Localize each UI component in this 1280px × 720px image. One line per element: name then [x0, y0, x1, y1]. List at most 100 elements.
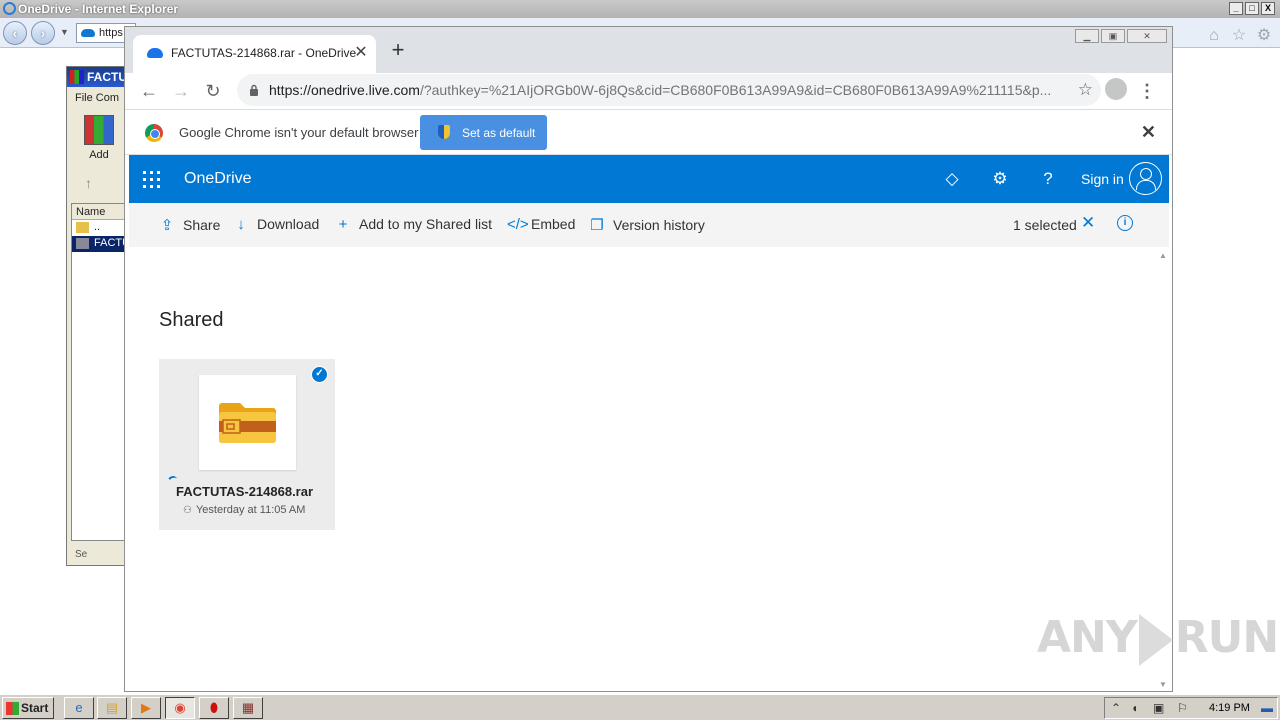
plus-icon: + [338, 216, 348, 233]
taskbar-media-player-icon[interactable]: ▶ [131, 697, 161, 719]
add-to-shared-list-button[interactable]: + Add to my Shared list [335, 216, 492, 233]
onedrive-favicon-icon [147, 48, 163, 58]
scroll-down-icon[interactable]: ▼ [1159, 680, 1167, 689]
embed-label: Embed [531, 216, 576, 232]
new-tab-button[interactable]: + [387, 39, 409, 61]
url-text: https://onedrive.live.com/?authkey=%21AI… [269, 82, 1059, 98]
action-center-flag-icon[interactable]: ⚐ [1177, 701, 1188, 715]
share-icon: ⇪ [160, 217, 174, 234]
list-item[interactable]: .. [72, 220, 128, 236]
set-as-default-label: Set as default [462, 126, 536, 140]
address-bar[interactable]: https://onedrive.live.com/?authkey=%21AI… [237, 74, 1101, 106]
shared-people-icon: ⚇ [183, 505, 192, 516]
start-button[interactable]: Start [2, 697, 54, 719]
folder-icon [76, 222, 89, 233]
network-icon[interactable]: ▣ [1153, 701, 1164, 715]
ie-logo-icon [3, 2, 16, 15]
winrar-title-bar: FACTU [67, 67, 129, 87]
ie-tools-icon[interactable]: ⚙ [1255, 27, 1273, 45]
download-button[interactable]: ↓ Download [233, 216, 319, 233]
forward-arrow-icon[interactable]: → [167, 77, 195, 105]
ie-back-icon[interactable]: ‹ [3, 21, 27, 45]
list-item[interactable]: FACTU [72, 236, 128, 252]
scroll-up-icon[interactable]: ▲ [1159, 251, 1167, 260]
embed-code-icon: </> [507, 216, 529, 233]
page-title: Shared [159, 309, 224, 331]
infobar-message: Google Chrome isn't your default browser [179, 125, 419, 140]
sign-in-link[interactable]: Sign in [1081, 171, 1124, 187]
infobar-close-icon[interactable]: ✕ [1141, 122, 1156, 143]
ie-favorites-icon[interactable]: ☆ [1230, 27, 1248, 45]
chrome-minimize-button[interactable]: ▁ [1075, 29, 1099, 43]
winrar-logo-icon [70, 70, 84, 84]
tray-expand-icon[interactable]: ⌃ [1111, 701, 1121, 715]
back-arrow-icon[interactable]: ← [135, 77, 163, 105]
chrome-restore-button[interactable]: ▣ [1101, 29, 1125, 43]
taskbar-winrar-icon[interactable]: ▦ [233, 697, 263, 719]
version-history-label: Version history [613, 217, 705, 233]
reload-icon[interactable]: ↻ [199, 77, 227, 105]
chrome-menu-icon[interactable]: ⋮ [1137, 77, 1157, 105]
volume-icon[interactable]: ◖ [1131, 701, 1138, 715]
taskbar-explorer-icon[interactable]: ▤ [97, 697, 127, 719]
clear-selection-icon[interactable]: ✕ [1081, 213, 1095, 233]
help-icon[interactable]: ? [1036, 167, 1060, 191]
info-icon[interactable]: i [1117, 215, 1133, 231]
winrar-file-list: Name .. FACTU [71, 203, 129, 541]
profile-avatar-icon[interactable] [1105, 78, 1127, 100]
windows-flag-icon [6, 702, 19, 715]
chrome-tab-strip: FACTUTAS-214868.rar - OneDrive ✕ + ▁ ▣ ✕ [125, 27, 1172, 73]
ie-home-icon[interactable]: ⌂ [1205, 27, 1223, 45]
settings-gear-icon[interactable]: ⚙ [988, 167, 1012, 191]
selected-check-icon[interactable]: ✓ [311, 366, 328, 383]
watermark-right: RUN [1174, 612, 1279, 663]
account-avatar-icon[interactable] [1129, 162, 1162, 195]
onedrive-brand[interactable]: OneDrive [184, 170, 252, 188]
tab-close-icon[interactable]: ✕ [351, 42, 371, 62]
ie-history-chevron-icon[interactable]: ▼ [60, 27, 69, 37]
winrar-menu[interactable]: File Com [75, 92, 119, 104]
winrar-name-column-header[interactable]: Name [72, 204, 128, 220]
version-history-button[interactable]: ❐ Version history [589, 216, 705, 234]
chrome-tab[interactable]: FACTUTAS-214868.rar - OneDrive ✕ [133, 35, 376, 73]
share-label: Share [183, 217, 221, 233]
watermark-left: ANY [1037, 612, 1138, 663]
ie-minimize-button[interactable]: _ [1229, 2, 1243, 15]
set-as-default-button[interactable]: Set as default [420, 115, 547, 150]
chrome-logo-icon [145, 124, 163, 142]
ie-maximize-button[interactable]: □ [1245, 2, 1259, 15]
file-thumbnail [199, 375, 296, 470]
ie-close-button[interactable]: X [1261, 2, 1275, 15]
winrar-status-bar: Se [75, 549, 88, 560]
onedrive-cloud-icon [81, 29, 95, 37]
chrome-close-button[interactable]: ✕ [1127, 29, 1167, 43]
ie-title-bar: OneDrive - Internet Explorer _ □ X [0, 0, 1280, 18]
start-label: Start [21, 701, 49, 715]
winrar-add-button[interactable]: Add [75, 111, 123, 171]
winrar-window: FACTU File Com Add ↑ Name .. FACTU Se [66, 66, 129, 566]
bookmark-star-icon[interactable]: ☆ [1078, 80, 1093, 100]
shield-icon [438, 125, 450, 139]
taskbar-opera-icon[interactable]: ⬮ [199, 697, 229, 719]
winrar-up-icon[interactable]: ↑ [75, 175, 121, 197]
taskbar-chrome-icon[interactable]: ◉ [165, 697, 195, 719]
default-browser-infobar: Google Chrome isn't your default browser… [125, 109, 1172, 155]
system-tray: ⌃ ◖ ▣ ⚐ 4:19 PM ▬ [1104, 697, 1278, 719]
taskbar-ie-icon[interactable]: e [64, 697, 94, 719]
app-launcher-icon[interactable] [143, 171, 161, 189]
url-host: https://onedrive.live.com [269, 82, 420, 98]
premium-diamond-icon[interactable]: ◇ [940, 167, 964, 191]
file-modified: ⚇ Yesterday at 11:05 AM [183, 504, 305, 516]
winrar-add-label: Add [89, 149, 109, 161]
winrar-add-icon [84, 115, 114, 145]
embed-button[interactable]: </> Embed [507, 216, 575, 233]
archive-icon [76, 238, 89, 249]
file-tile[interactable]: ✓ FACTUTAS-214868.rar ⚇ Yesterday at 11:0… [159, 359, 335, 530]
ie-forward-icon[interactable]: › [31, 21, 55, 45]
share-button[interactable]: ⇪ Share [159, 216, 221, 234]
onedrive-header: OneDrive ◇ ⚙ ? Sign in [129, 155, 1169, 203]
show-desktop-icon[interactable]: ▬ [1261, 701, 1273, 715]
file-name: FACTUTAS-214868.rar [176, 484, 314, 499]
clock: 4:19 PM [1209, 702, 1250, 714]
add-to-shared-list-label: Add to my Shared list [359, 216, 493, 232]
